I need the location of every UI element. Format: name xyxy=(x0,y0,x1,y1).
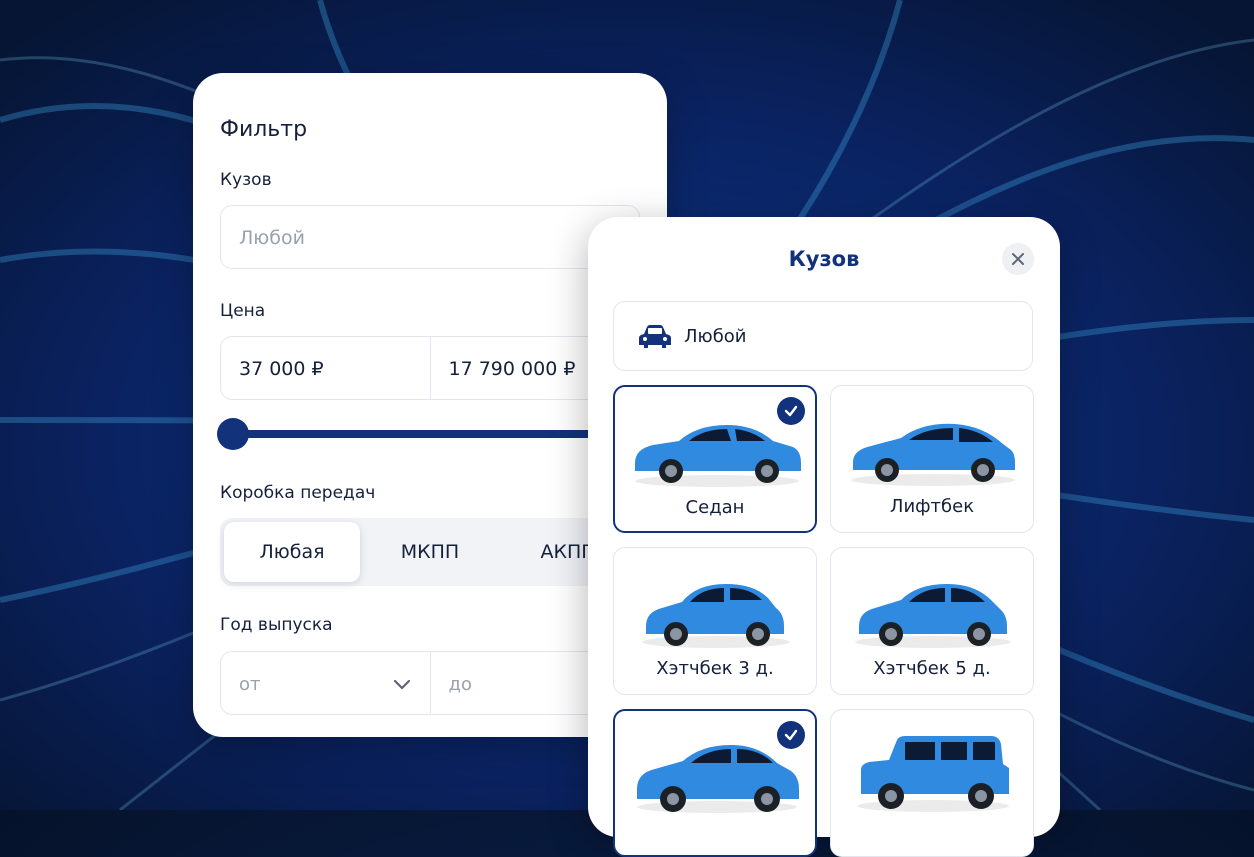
selected-check-icon xyxy=(777,721,805,749)
hatchback-3d-car-image xyxy=(642,584,790,648)
body-tile-sedan[interactable]: Седан xyxy=(613,385,817,533)
close-button[interactable] xyxy=(1002,243,1034,275)
gearbox-option-manual[interactable]: МКПП xyxy=(362,522,498,582)
body-tile-liftback[interactable]: Лифтбек xyxy=(830,385,1034,533)
body-select[interactable]: Любой xyxy=(220,205,640,269)
price-from-value: 37 000 ₽ xyxy=(239,358,324,380)
tile-label: Лифтбек xyxy=(889,496,975,517)
car-icon xyxy=(639,325,671,348)
year-range: от до xyxy=(220,651,640,715)
chevron-down-icon xyxy=(393,679,410,690)
liftback-car-image xyxy=(851,423,1015,486)
body-tile-suv[interactable] xyxy=(830,709,1034,857)
body-tile-hatchback-5d[interactable]: Хэтчбек 5 д. xyxy=(830,547,1034,695)
tile-label: Хэтчбек 5 д. xyxy=(873,658,991,679)
body-tile-crossover[interactable] xyxy=(613,709,817,857)
body-option-any[interactable]: Любой xyxy=(613,301,1033,371)
year-from-select[interactable]: от xyxy=(221,652,430,714)
year-from-placeholder: от xyxy=(239,674,261,695)
selected-check-icon xyxy=(777,397,805,425)
price-to-value: 17 790 000 ₽ xyxy=(448,358,576,380)
filter-title: Фильтр xyxy=(220,117,308,142)
suv-car-image xyxy=(857,736,1009,812)
modal-title: Кузов xyxy=(788,247,860,271)
year-label: Год выпуска xyxy=(220,615,333,635)
body-tile-hatchback-3d[interactable]: Хэтчбек 3 д. xyxy=(613,547,817,695)
body-label: Кузов xyxy=(220,170,272,190)
price-label: Цена xyxy=(220,301,266,321)
hatchback-5d-car-image xyxy=(855,584,1011,648)
close-icon xyxy=(1012,253,1024,265)
tile-label: Седан xyxy=(685,497,745,518)
year-to-placeholder: до xyxy=(448,674,472,695)
gearbox-label: Коробка передач xyxy=(220,483,376,503)
price-slider-thumb[interactable] xyxy=(217,418,249,450)
gearbox-segmented-control: Любая МКПП АКПП xyxy=(220,518,640,586)
tile-label: Хэтчбек 3 д. xyxy=(656,658,774,679)
body-select-placeholder: Любой xyxy=(239,227,305,249)
body-option-any-label: Любой xyxy=(684,326,747,347)
price-from-input[interactable]: 37 000 ₽ xyxy=(221,337,430,399)
price-range: 37 000 ₽ 17 790 000 ₽ xyxy=(220,336,640,400)
gearbox-option-any[interactable]: Любая xyxy=(224,522,360,582)
body-type-modal: Кузов Любой Седан Лифтбек Хэтчбек 3 д. Х… xyxy=(588,217,1060,857)
